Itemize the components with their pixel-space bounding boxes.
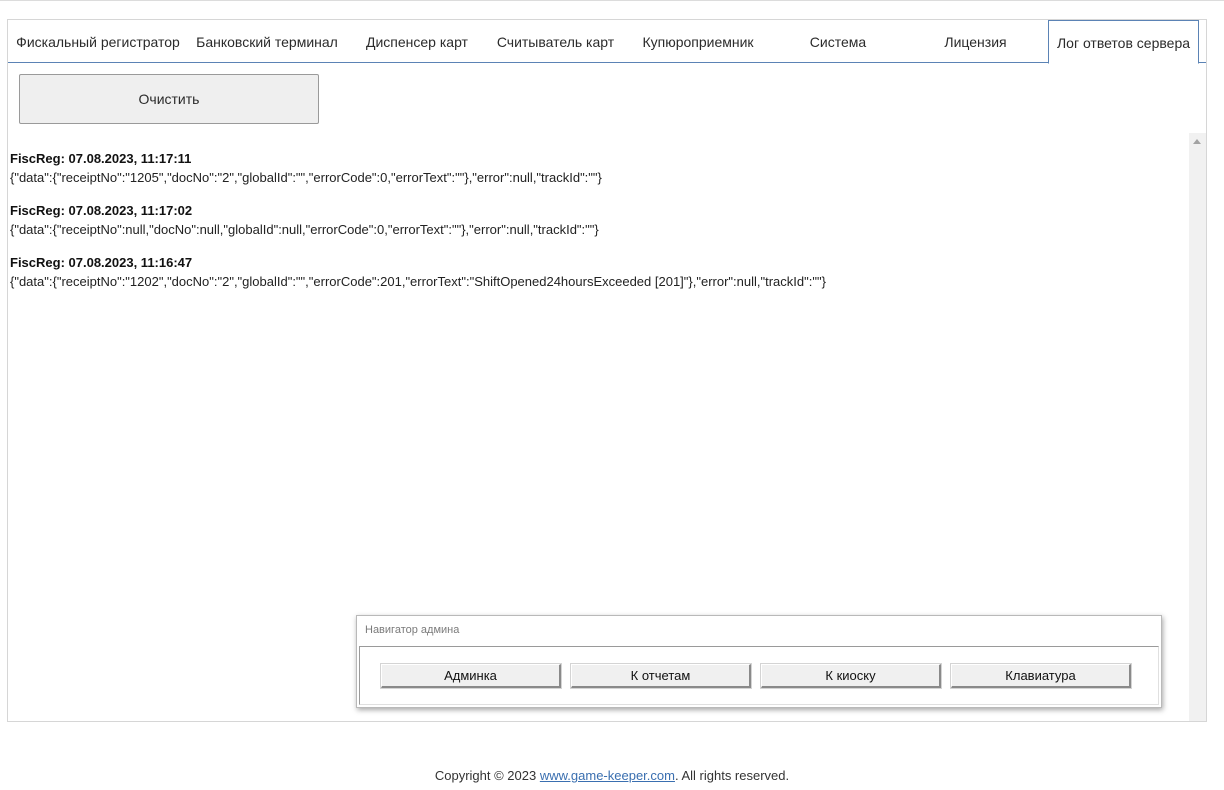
clear-button[interactable]: Очистить — [19, 74, 319, 124]
log-entry-body: {"data":{"receiptNo":"1205","docNo":"2",… — [10, 170, 602, 185]
tab-server-log[interactable]: Лог ответов сервера — [1048, 20, 1199, 64]
log-entry: FiscReg: 07.08.2023, 11:17:02 {"data":{"… — [10, 201, 599, 239]
footer-copyright-suffix: . All rights reserved. — [674, 768, 790, 783]
to-reports-button[interactable]: К отчетам — [571, 664, 751, 688]
tab-bill-acceptor[interactable]: Купюроприемник — [623, 20, 773, 63]
log-entry-header: FiscReg: 07.08.2023, 11:17:02 — [10, 203, 193, 218]
footer: Copyright © 2023 www.game-keeper.com. Al… — [0, 768, 1224, 783]
log-entry-body: {"data":{"receiptNo":"1202","docNo":"2",… — [10, 274, 826, 289]
footer-site-link[interactable]: www.game-keeper.com — [540, 768, 675, 783]
admin-panel-button[interactable]: Админка — [381, 664, 561, 688]
tab-license[interactable]: Лицензия — [903, 20, 1048, 63]
tab-system[interactable]: Система — [773, 20, 903, 63]
log-entry-header: FiscReg: 07.08.2023, 11:16:47 — [10, 255, 193, 270]
top-divider — [0, 0, 1224, 1]
log-entry-body: {"data":{"receiptNo":null,"docNo":null,"… — [10, 222, 599, 237]
log-entry: FiscReg: 07.08.2023, 11:16:47 {"data":{"… — [10, 253, 826, 291]
admin-navigator-buttons: Админка К отчетам К киоску Клавиатура — [359, 646, 1159, 705]
admin-navigator-title: Навигатор админа — [365, 624, 460, 636]
to-kiosk-button[interactable]: К киоску — [761, 664, 941, 688]
tab-bar: Фискальный регистратор Банковский термин… — [8, 20, 1206, 64]
admin-navigator: Навигатор админа Админка К отчетам К кио… — [356, 615, 1162, 708]
footer-copyright-prefix: Copyright © 2023 — [434, 768, 540, 783]
log-entry-header: FiscReg: 07.08.2023, 11:17:11 — [10, 151, 192, 166]
tab-bank-terminal[interactable]: Банковский терминал — [188, 20, 346, 63]
tab-fiscal-registrator[interactable]: Фискальный регистратор — [8, 20, 188, 63]
tab-card-reader[interactable]: Считыватель карт — [488, 20, 623, 63]
keyboard-button[interactable]: Клавиатура — [951, 664, 1131, 688]
log-entry: FiscReg: 07.08.2023, 11:17:11 {"data":{"… — [10, 149, 602, 187]
log-scrollbar[interactable] — [1189, 133, 1206, 721]
tab-card-dispenser[interactable]: Диспенсер карт — [346, 20, 488, 63]
scroll-up-arrow-icon[interactable] — [1193, 139, 1201, 144]
